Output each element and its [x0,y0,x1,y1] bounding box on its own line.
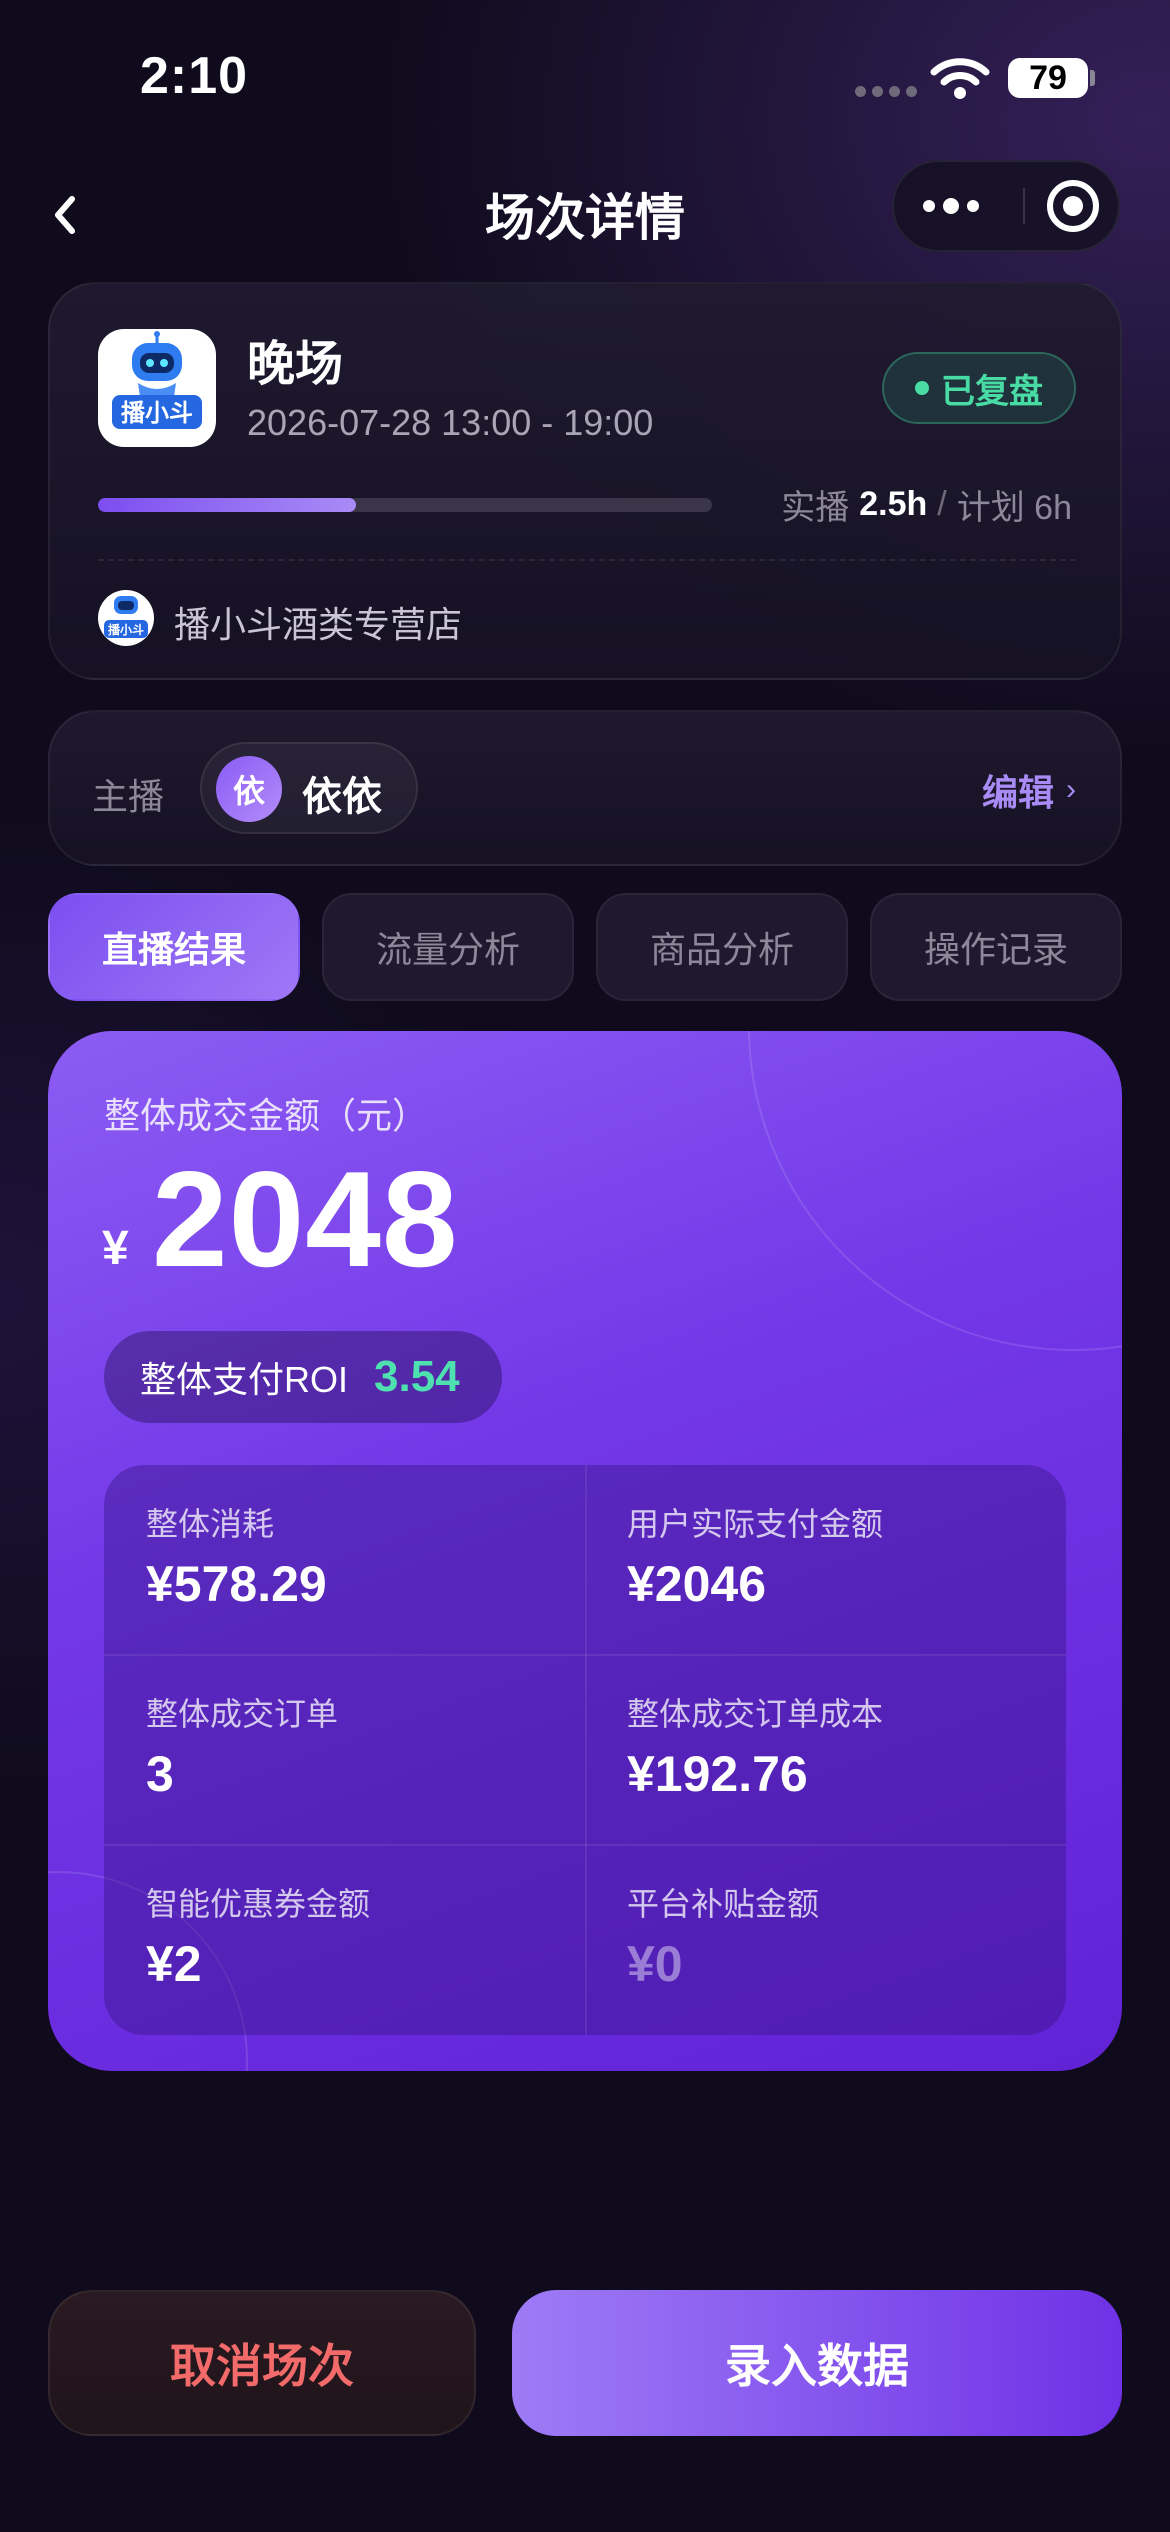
anchor-avatar: 依 [216,756,282,822]
battery-tip [1090,70,1095,86]
currency-symbol: ¥ [102,1222,129,1275]
metric-coupon: 智能优惠券金额 ¥2 [104,1845,585,2035]
status-badge: 已复盘 [882,352,1076,424]
actual-value: 2.5h [859,485,928,523]
close-miniprogram-button[interactable] [1025,162,1120,250]
anchor-card: 主播 依 依依 编辑 › [48,710,1122,866]
plan-label: 计划 6h [956,489,1072,527]
progress-separator: / [937,485,947,523]
metric-label: 用户实际支付金额 [627,1506,884,1542]
tab-operation-log[interactable]: 操作记录 [870,893,1122,1001]
tab-traffic-analysis[interactable]: 流量分析 [322,893,574,1001]
anchor-chip[interactable]: 依 依依 [200,742,418,834]
mini-program-capsule [892,160,1120,252]
anchor-label: 主播 [92,776,165,817]
roi-badge: 整体支付ROI 3.54 [104,1331,502,1423]
enter-data-button[interactable]: 录入数据 [512,2290,1122,2436]
tab-bar: 直播结果 流量分析 商品分析 操作记录 [48,893,1122,1001]
result-card: 整体成交金额（元） ¥ 2048 整体支付ROI 3.54 整体消耗 ¥578.… [48,1031,1122,2071]
app-logo: 播小斗 [98,329,216,447]
cancel-session-button[interactable]: 取消场次 [48,2290,476,2436]
robot-logo-icon: 播小斗 [112,331,202,429]
metric-value: ¥2046 [627,1556,767,1612]
progress-text: 实播 2.5h / 计划 6h [781,480,1072,529]
metric-orders: 整体成交订单 3 [104,1655,585,1845]
chevron-right-icon: › [1066,773,1076,806]
metric-value: 3 [146,1746,174,1802]
metric-value: ¥2 [146,1936,202,1992]
battery-icon: 79 [1008,58,1088,98]
total-gmv-value: 2048 [152,1143,459,1295]
metric-total-spend: 整体消耗 ¥578.29 [104,1465,585,1655]
status-dot-icon [915,381,929,395]
status-time: 2:10 [140,47,249,105]
session-name: 晚场 [247,338,344,391]
metric-label: 整体消耗 [146,1506,275,1542]
wifi-icon [930,58,990,99]
metric-value: ¥192.76 [627,1746,808,1802]
metric-value: ¥0 [627,1936,683,1992]
session-time-range: 2026-07-28 13:00 - 19:00 [247,402,654,443]
card-divider [98,559,1076,561]
cellular-signal-icon [855,86,917,97]
metric-user-paid: 用户实际支付金额 ¥2046 [585,1465,1066,1655]
roi-value: 3.54 [374,1352,460,1401]
shop-name: 播小斗酒类专营店 [174,604,463,645]
session-card: 播小斗 晚场 2026-07-28 13:00 - 19:00 已复盘 实播 2… [48,282,1122,680]
status-bar: 2:10 79 [0,0,1170,150]
metric-label: 智能优惠券金额 [146,1886,371,1922]
actual-label: 实播 [781,489,850,527]
edit-anchor-button[interactable]: 编辑 › [982,764,1076,816]
roi-label: 整体支付ROI [140,1359,349,1400]
anchor-name: 依依 [302,775,382,819]
progress-bar [98,498,712,512]
total-gmv-label: 整体成交金额（元） [104,1095,429,1136]
shop-avatar-text: 播小斗 [108,622,144,637]
decorative-circle [748,1031,1122,1351]
tab-live-result[interactable]: 直播结果 [48,893,300,1001]
progress-bar-fill [98,498,356,512]
metric-label: 整体成交订单 [146,1696,339,1732]
tab-product-analysis[interactable]: 商品分析 [596,893,848,1001]
metric-platform-subsidy: 平台补贴金额 ¥0 [585,1845,1066,2035]
status-badge-label: 已复盘 [941,372,1043,411]
edit-label: 编辑 [981,772,1054,813]
more-button[interactable] [894,162,1007,250]
record-circle-icon [1046,180,1099,232]
shop-avatar: 播小斗 [98,590,154,646]
shop-robot-icon: 播小斗 [104,596,148,638]
metric-order-cost: 整体成交订单成本 ¥192.76 [585,1655,1066,1845]
metric-value: ¥578.29 [146,1556,327,1612]
logo-text: 播小斗 [121,399,193,427]
metric-label: 整体成交订单成本 [627,1696,884,1732]
metrics-grid: 整体消耗 ¥578.29 用户实际支付金额 ¥2046 整体成交订单 3 整体成… [104,1465,1066,2035]
battery-level: 79 [1029,58,1067,97]
more-dots-icon [922,198,979,214]
metric-label: 平台补贴金额 [627,1886,820,1922]
